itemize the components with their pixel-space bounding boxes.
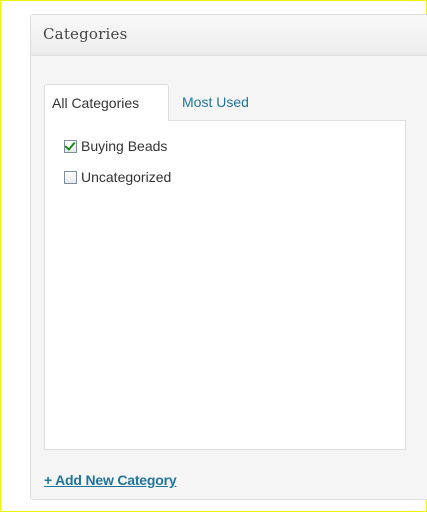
category-checkbox-uncategorized[interactable] xyxy=(64,170,77,184)
categories-metabox: Categories All Categories Most Used Buyi… xyxy=(30,14,427,500)
category-checkbox-buying-beads[interactable] xyxy=(64,138,77,153)
metabox-header[interactable]: Categories xyxy=(31,15,427,56)
category-checklist: Buying Beads Uncategorized xyxy=(44,120,406,450)
tab-most-used[interactable]: Most Used xyxy=(180,84,249,120)
metabox-title: Categories xyxy=(43,25,128,43)
add-new-category-link[interactable]: + Add New Category xyxy=(44,472,177,488)
checkmark-icon xyxy=(64,138,76,151)
category-label: Buying Beads xyxy=(81,138,168,154)
tab-all-categories[interactable]: All Categories xyxy=(44,84,169,121)
category-item-uncategorized[interactable]: Uncategorized xyxy=(64,167,171,187)
category-label: Uncategorized xyxy=(81,169,172,185)
category-item-buying-beads[interactable]: Buying Beads xyxy=(64,136,167,156)
